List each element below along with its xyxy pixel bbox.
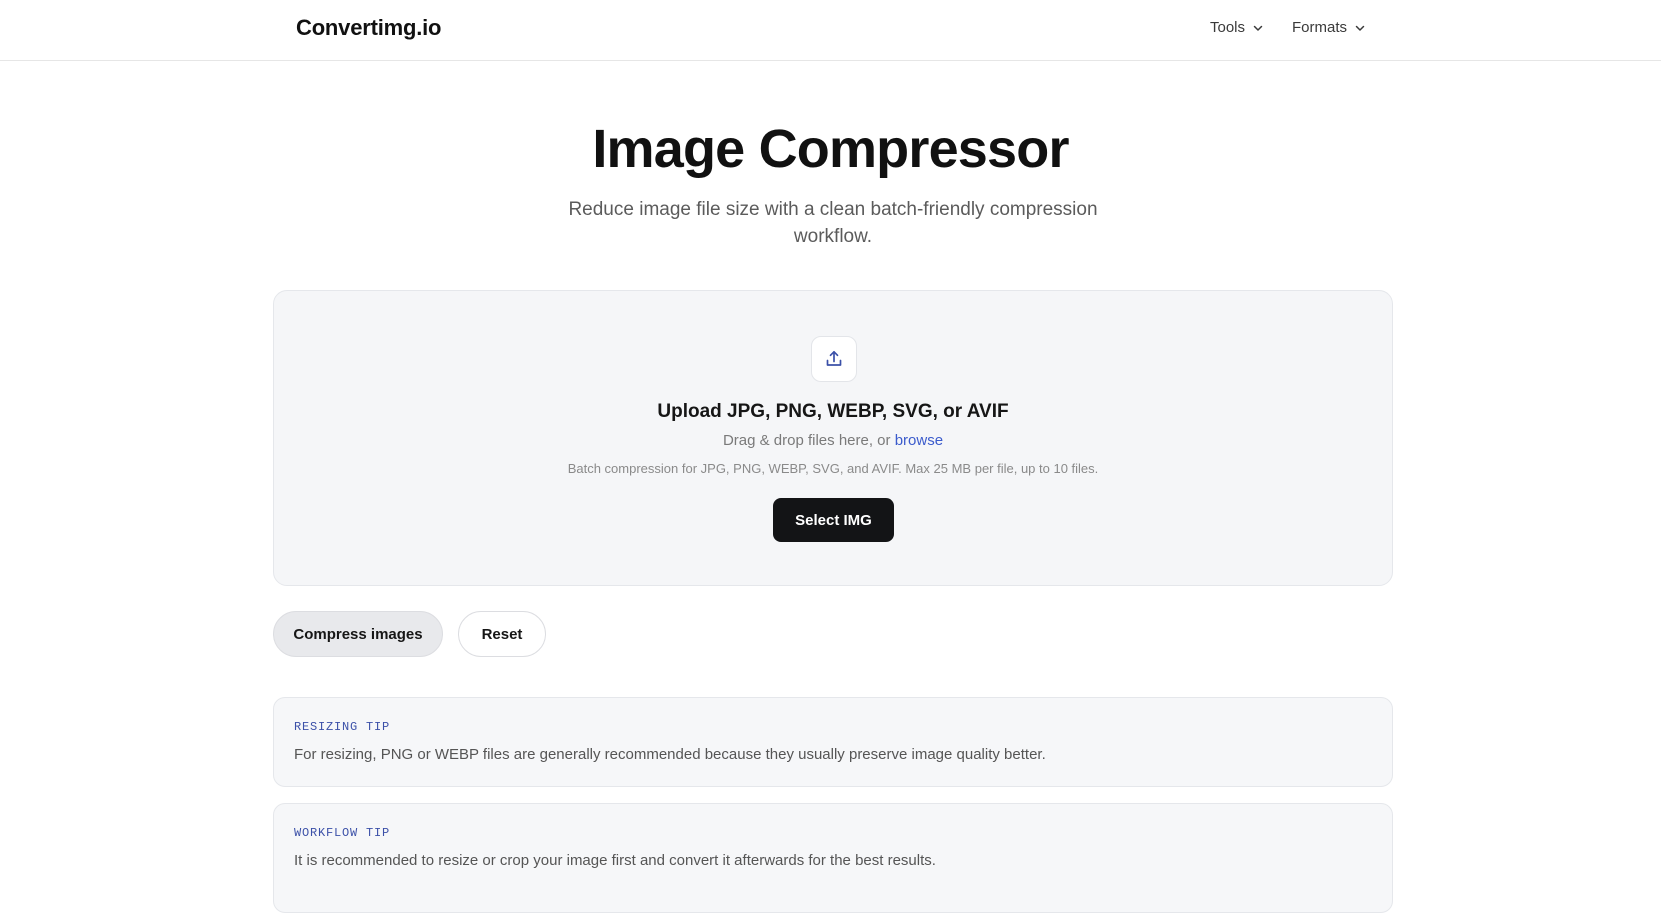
upload-icon-tile — [811, 336, 857, 382]
upload-dropzone[interactable]: Upload JPG, PNG, WEBP, SVG, or AVIF Drag… — [273, 290, 1393, 586]
nav-formats-menu[interactable]: Formats — [1292, 19, 1366, 36]
upload-title: Upload JPG, PNG, WEBP, SVG, or AVIF — [657, 401, 1009, 422]
upload-drag-instructions: Drag & drop files here, or browse — [274, 432, 1392, 449]
upload-icon — [826, 350, 842, 366]
page-title: Image Compressor — [592, 119, 1069, 179]
workflow-tip-card: WORKFLOW TIP It is recommended to resize… — [273, 803, 1393, 913]
chevron-down-icon — [1253, 25, 1263, 31]
tip-label: WORKFLOW TIP — [294, 826, 391, 840]
select-image-button[interactable]: Select IMG — [773, 498, 894, 542]
page-subtitle: Reduce image file size with a clean batc… — [568, 199, 1098, 247]
tip-text: It is recommended to resize or crop your… — [294, 852, 936, 869]
reset-button[interactable]: Reset — [458, 611, 546, 657]
tip-label: RESIZING TIP — [294, 720, 391, 734]
compress-images-button[interactable]: Compress images — [273, 611, 443, 657]
browse-link[interactable]: browse — [895, 432, 943, 449]
nav-tools-menu[interactable]: Tools — [1210, 19, 1264, 36]
drag-drop-text: Drag & drop files here, or — [722, 432, 891, 449]
nav-tools-label: Tools — [1210, 19, 1246, 36]
upload-limits-hint: Batch compression for JPG, PNG, WEBP, SV… — [567, 461, 1099, 476]
tip-text: For resizing, PNG or WEBP files are gene… — [294, 746, 1046, 763]
resizing-tip-card: RESIZING TIP For resizing, PNG or WEBP f… — [273, 697, 1393, 787]
site-logo[interactable]: Convertimg.io — [296, 15, 442, 41]
nav-formats-label: Formats — [1292, 19, 1348, 36]
top-navigation-bar: Convertimg.io Tools Formats — [0, 0, 1661, 61]
chevron-down-icon — [1355, 25, 1365, 31]
